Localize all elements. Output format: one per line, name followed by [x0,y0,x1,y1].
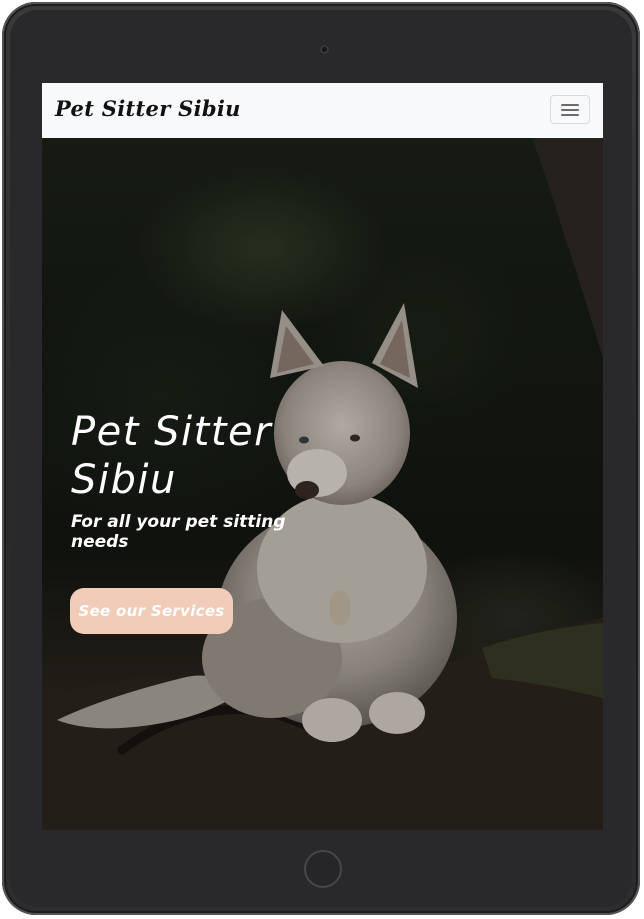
navbar-toggler-button[interactable] [550,95,590,124]
navbar-brand[interactable]: Pet Sitter Sibiu [55,96,241,121]
hero-title: Pet Sitter Sibiu [71,409,273,503]
hamburger-menu-icon [561,104,579,116]
home-button-icon[interactable] [304,850,342,888]
tablet-screen: Pet Sitter Sibiu Pet Sitter Sibiu For al… [42,83,603,830]
navbar: Pet Sitter Sibiu [42,83,603,138]
hero-subtitle: For all your pet sitting needs [71,512,286,552]
see-our-services-button[interactable]: See our Services [70,588,233,634]
camera-icon [320,45,329,54]
hero-section: Pet Sitter Sibiu For all your pet sittin… [42,138,603,830]
